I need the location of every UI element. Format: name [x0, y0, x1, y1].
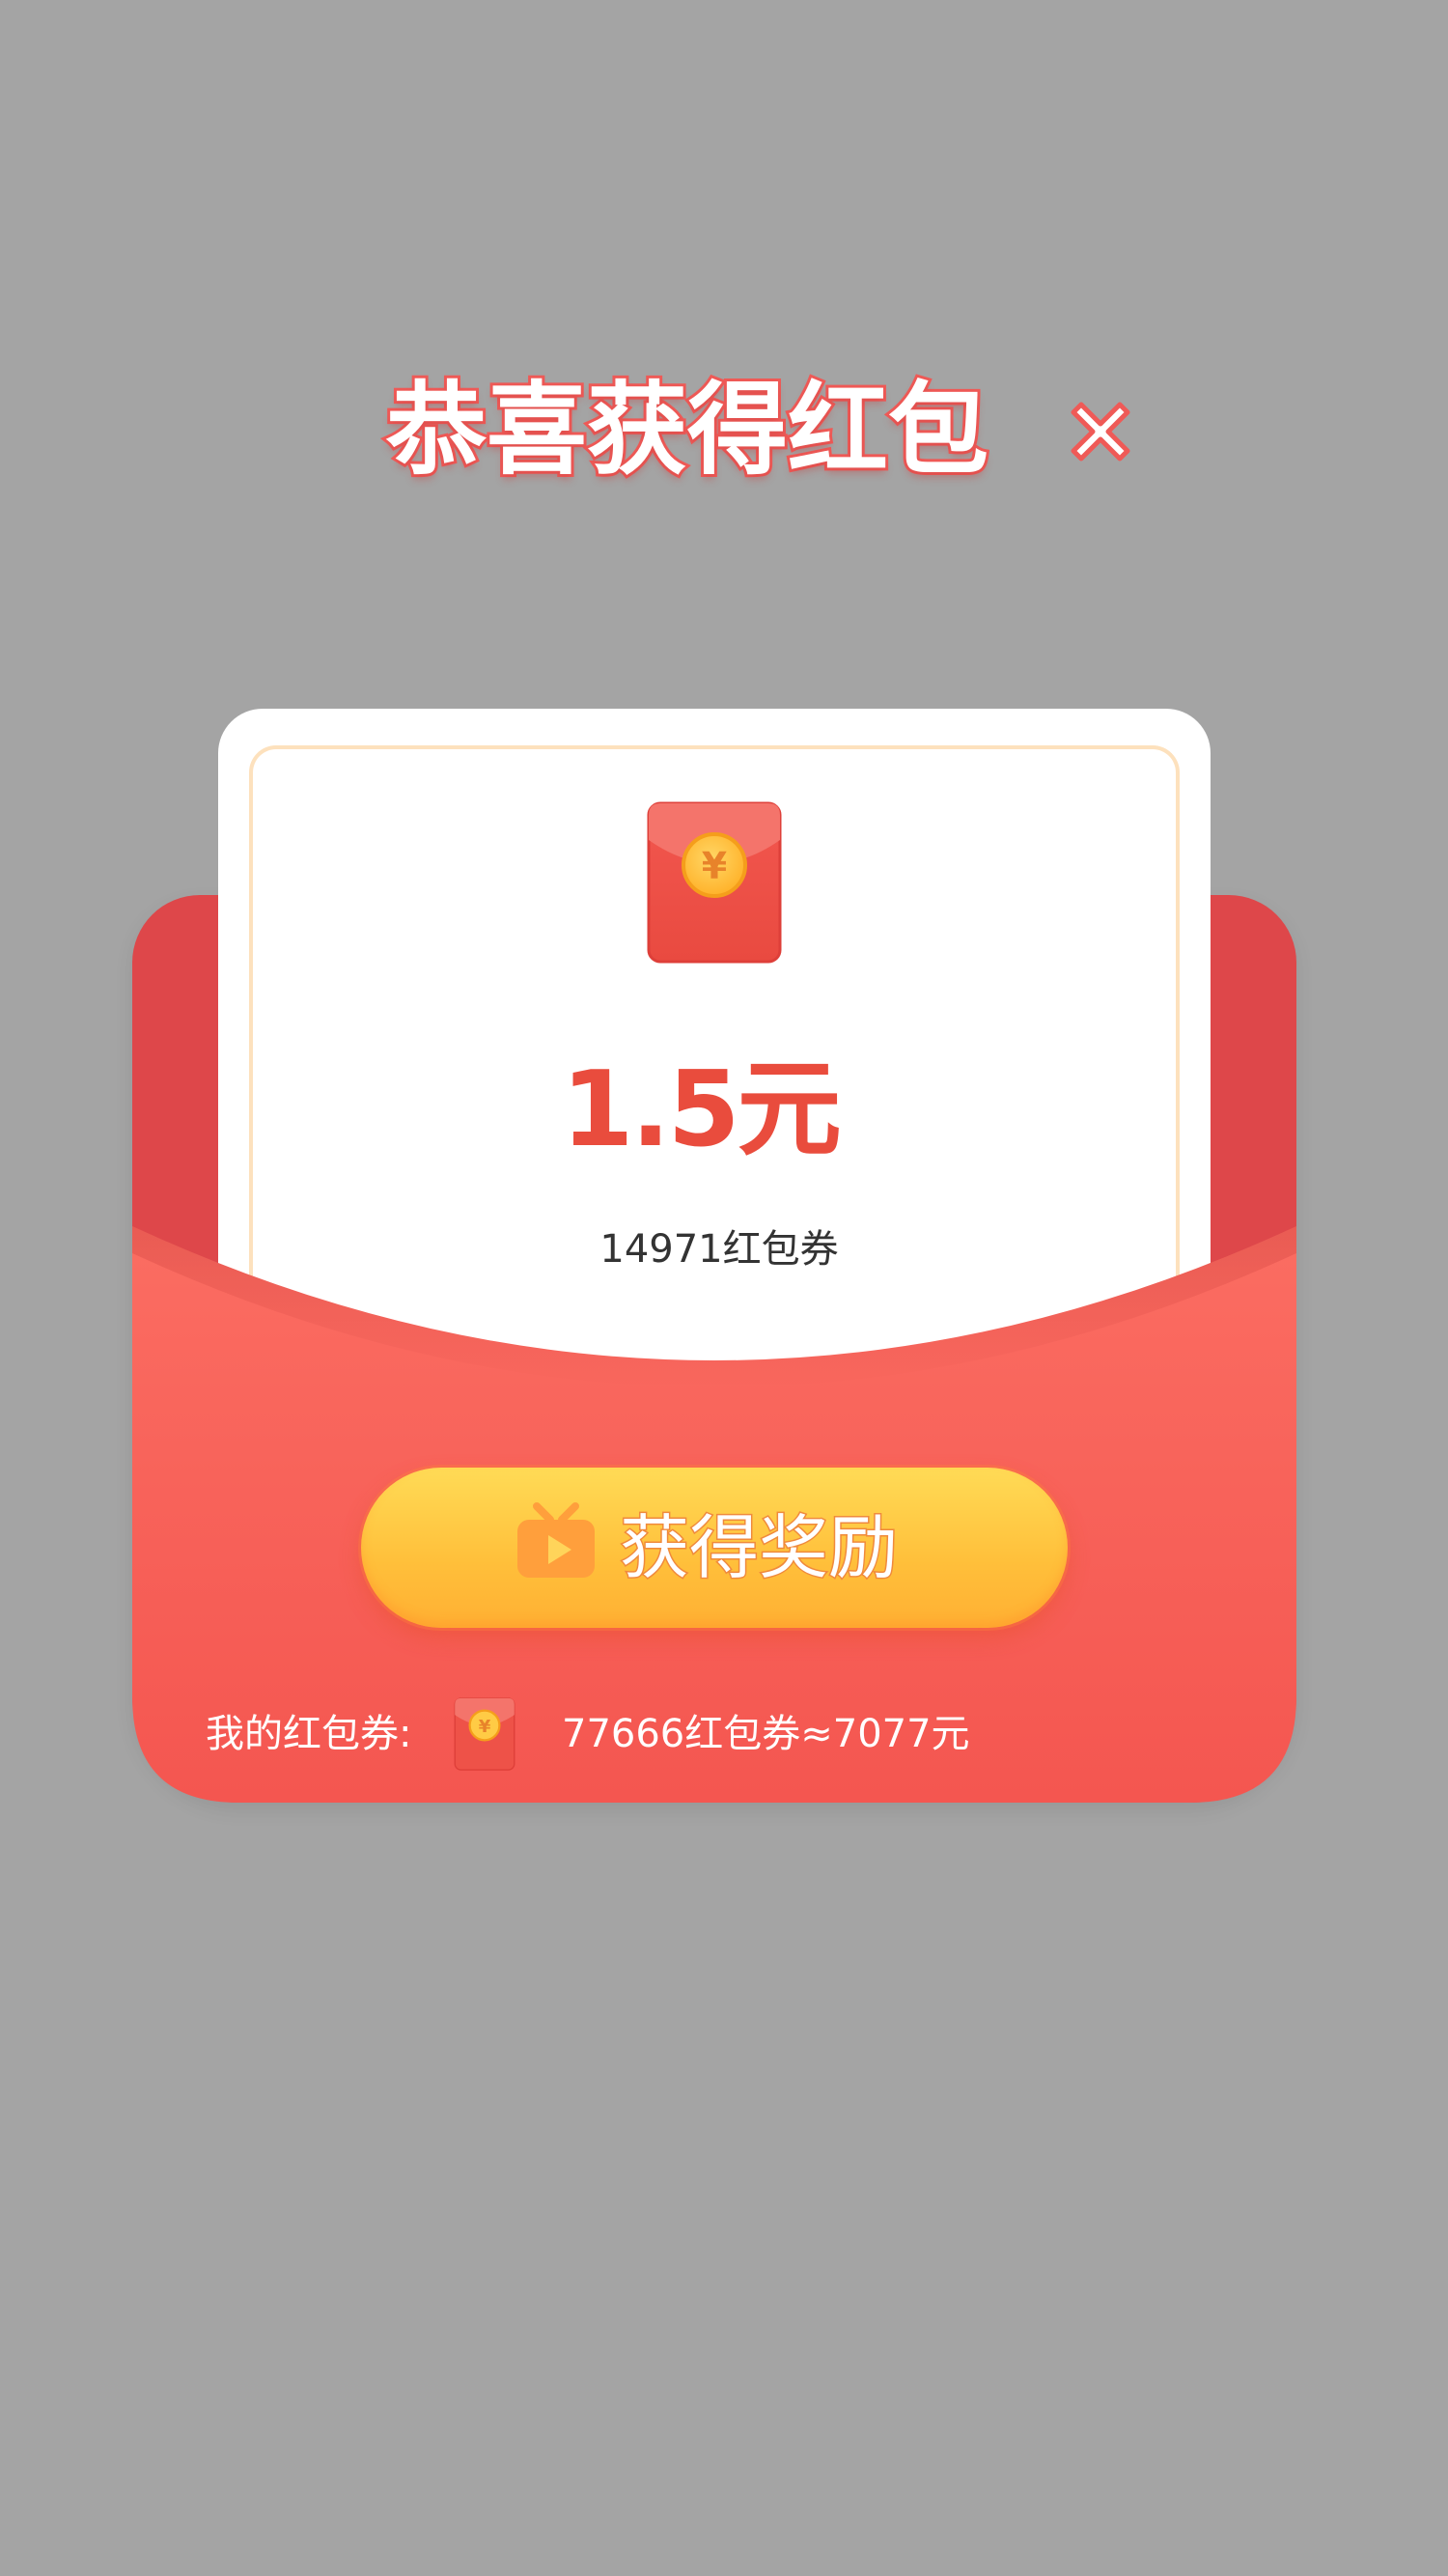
svg-text:¥: ¥	[479, 1717, 491, 1737]
close-button[interactable]	[1060, 391, 1141, 472]
my-coupons-value: 77666红包券≈7077元	[562, 1712, 970, 1756]
claim-reward-label: 获得奖励	[618, 1506, 899, 1590]
claim-reward-button[interactable]: 获得奖励	[361, 1468, 1068, 1628]
red-packet-icon: ¥	[647, 801, 782, 964]
video-tv-icon	[515, 1500, 597, 1580]
red-packet-icon: ¥	[454, 1697, 515, 1771]
reward-amount: 1.5元	[561, 1050, 841, 1170]
dialog-title: 恭喜获得红包	[383, 368, 991, 491]
my-coupons-label: 我的红包券:	[206, 1712, 412, 1756]
close-icon	[1071, 402, 1130, 462]
svg-text:¥: ¥	[702, 845, 727, 887]
